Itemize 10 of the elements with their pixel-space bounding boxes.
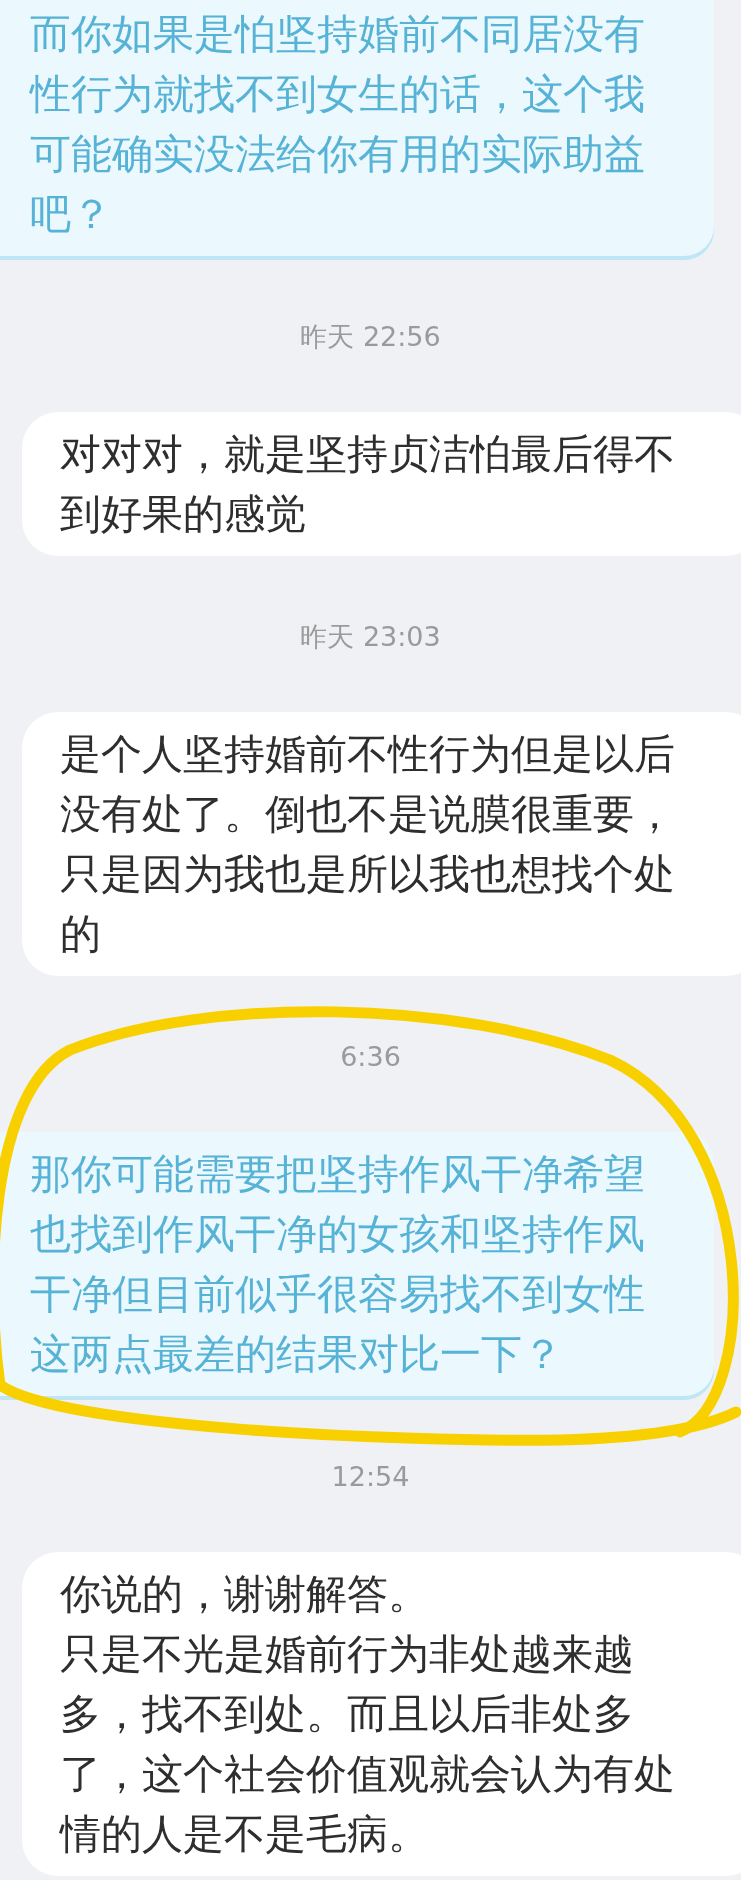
message-text: 是个人坚持婚前不性行为但是以后没有处了。倒也不是说膜很重要，只是因为我也是所以我也想找个处的 bbox=[60, 729, 676, 960]
message-text: 那你可能需要把坚持作风干净希望也找到作风干净的女孩和坚持作风干净但目前似乎很容易找不到女性这两点最差的结果对比一下？ bbox=[30, 1149, 646, 1380]
message-timestamp: 6:36 bbox=[339, 1042, 402, 1072]
message-timestamp: 12:54 bbox=[330, 1462, 411, 1492]
message-timestamp: 昨天 23:03 bbox=[299, 622, 442, 652]
message-text: 你说的，谢谢解答。 bbox=[60, 1569, 430, 1620]
message-timestamp: 昨天 22:56 bbox=[299, 322, 442, 352]
message-text: 对对对，就是坚持贞洁怕最后得不到好果的感觉 bbox=[60, 429, 676, 540]
message-text: 而你如果是怕坚持婚前不同居没有性行为就找不到女生的话，这个我可能确实没法给你有用的实际助益吧？ bbox=[30, 9, 646, 240]
message-text: 只是不光是婚前行为非处越来越多，找不到处。而且以后非处多了，这个社会价值观就会认为有处情的人是不是毛病。 bbox=[60, 1629, 676, 1860]
